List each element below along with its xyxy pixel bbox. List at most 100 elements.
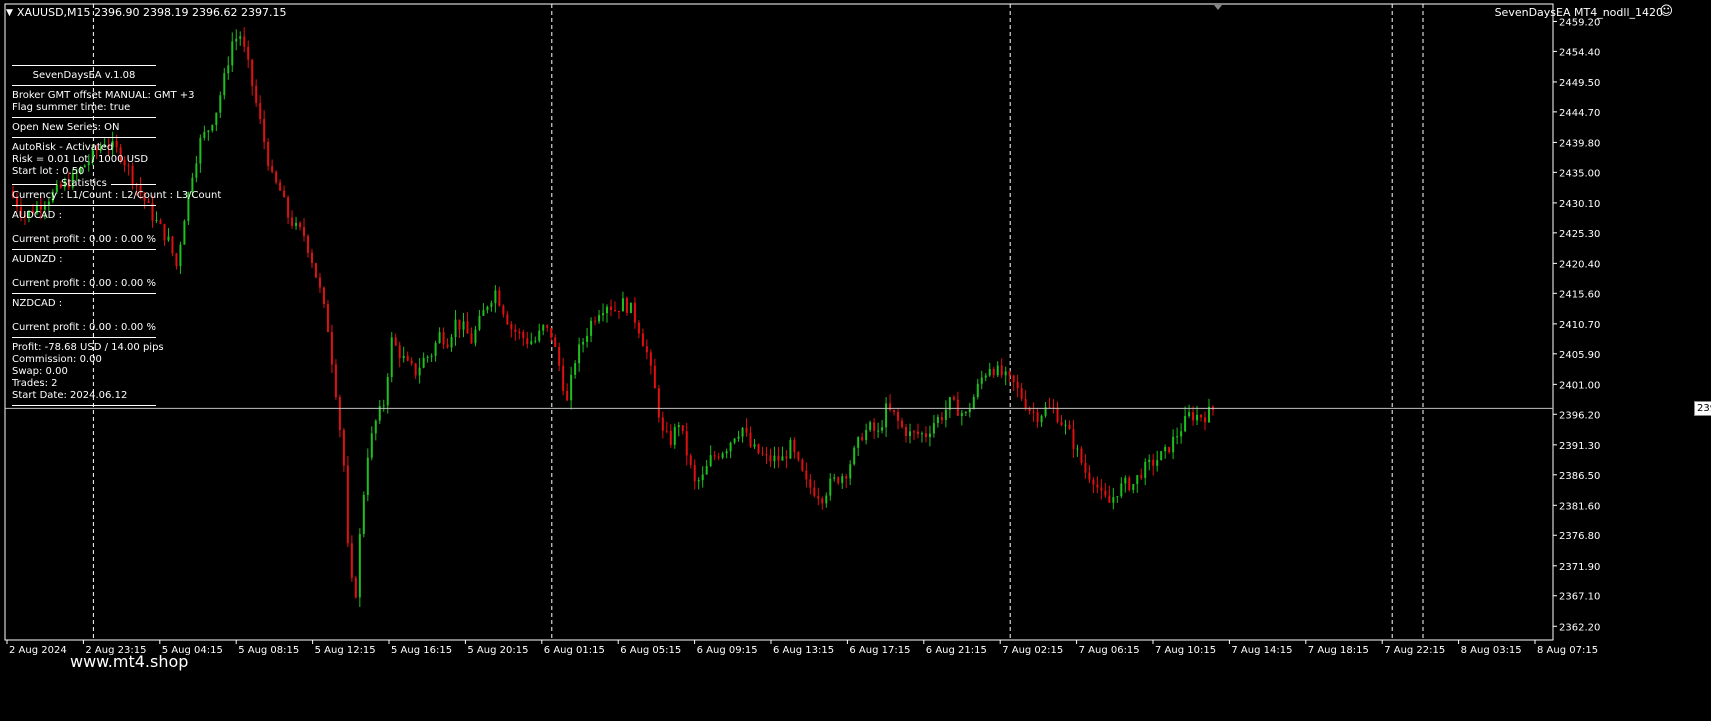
autorisk-status: AutoRisk - Activated (12, 142, 114, 153)
candle (522, 329, 525, 346)
candle (825, 492, 828, 508)
candle (893, 409, 896, 416)
candle (259, 95, 262, 125)
y-tick-label: 2430.10 (1559, 199, 1600, 210)
candle (729, 441, 732, 459)
candle (430, 353, 433, 363)
x-tick-label: 2 Aug 2024 (9, 645, 67, 656)
y-tick-label: 2435.00 (1559, 168, 1600, 179)
candle (334, 359, 337, 400)
candle (721, 451, 724, 460)
candle (928, 425, 931, 447)
candle (1176, 427, 1179, 445)
x-tick-label: 6 Aug 17:15 (849, 645, 910, 656)
candle (1192, 406, 1195, 426)
x-tick-label: 7 Aug 02:15 (1002, 645, 1063, 656)
y-tick-label: 2391.30 (1559, 441, 1600, 452)
candle (338, 394, 341, 438)
candle (406, 351, 409, 362)
candle (271, 159, 274, 174)
candle (641, 328, 644, 347)
panel-separator (12, 117, 156, 118)
x-tick-label: 5 Aug 12:15 (315, 645, 376, 656)
candle (920, 431, 923, 443)
candle (346, 456, 349, 548)
candle (227, 56, 230, 80)
candle (342, 427, 345, 472)
candle (948, 396, 951, 419)
candle (1156, 450, 1159, 472)
candle (681, 425, 684, 435)
candle (171, 235, 174, 257)
symbol-menu[interactable]: ▼ XAUUSD,M15 2396.90 2398.19 2396.62 239… (6, 6, 286, 19)
candle (1184, 406, 1187, 433)
candle (494, 285, 497, 313)
x-tick-label: 7 Aug 06:15 (1079, 645, 1140, 656)
candle (1148, 454, 1151, 471)
candle (765, 447, 768, 464)
commission: Commission: 0.00 (12, 354, 102, 365)
candle (789, 437, 792, 460)
candle (897, 408, 900, 430)
x-tick-label: 7 Aug 22:15 (1384, 645, 1445, 656)
candle (466, 312, 469, 334)
candle (566, 383, 569, 402)
x-tick-label: 7 Aug 10:15 (1155, 645, 1216, 656)
dropdown-triangle-icon[interactable]: ▼ (6, 8, 13, 18)
candle (1044, 401, 1047, 418)
candle (693, 459, 696, 490)
candle (749, 426, 752, 449)
panel-separator (12, 137, 156, 138)
candle (550, 327, 553, 342)
candle (1164, 444, 1167, 459)
candle (861, 432, 864, 442)
candle (697, 477, 700, 490)
candle (733, 437, 736, 445)
candle (295, 216, 298, 230)
candle (454, 310, 457, 346)
candle (689, 453, 692, 469)
candle (1180, 423, 1183, 444)
candle (354, 575, 357, 599)
candle (801, 458, 804, 472)
candle (936, 414, 939, 428)
y-tick-label: 2449.50 (1559, 78, 1600, 89)
candle (1140, 468, 1143, 480)
candle (275, 170, 278, 185)
candle (1064, 419, 1067, 435)
y-tick-label: 2386.50 (1559, 471, 1600, 482)
candle (737, 430, 740, 442)
candle (179, 241, 182, 274)
pair-profit: Current profit : 0.00 : 0.00 % (12, 322, 156, 333)
expert-smiley-icon[interactable]: ☺ (1659, 5, 1673, 18)
candle (183, 219, 186, 245)
candle (952, 395, 955, 401)
candle (1000, 358, 1003, 379)
candle (717, 452, 720, 461)
candle (645, 339, 648, 360)
candle (833, 473, 836, 482)
candle (665, 421, 668, 434)
candle (546, 324, 549, 332)
candle (725, 448, 728, 459)
candle (235, 29, 238, 51)
candle (255, 79, 258, 107)
y-tick-label: 2425.30 (1559, 229, 1600, 240)
candle (195, 155, 198, 183)
candle (310, 248, 313, 269)
candle (617, 310, 620, 319)
candle (1048, 397, 1051, 409)
candle (167, 227, 170, 242)
candle (885, 397, 888, 437)
candle (805, 462, 808, 488)
price-chart[interactable]: 2459.20 2454.40 2449.50 2444.70 2439.80 2435.… (0, 0, 1711, 721)
candle (530, 332, 533, 346)
candle (462, 312, 465, 338)
candle (163, 223, 166, 246)
candle (446, 338, 449, 349)
x-tick-label: 8 Aug 07:15 (1537, 645, 1598, 656)
panel-separator (12, 405, 156, 406)
candle (482, 303, 485, 316)
candle (215, 112, 218, 132)
watermark-link: www.mt4.shop (70, 652, 189, 671)
